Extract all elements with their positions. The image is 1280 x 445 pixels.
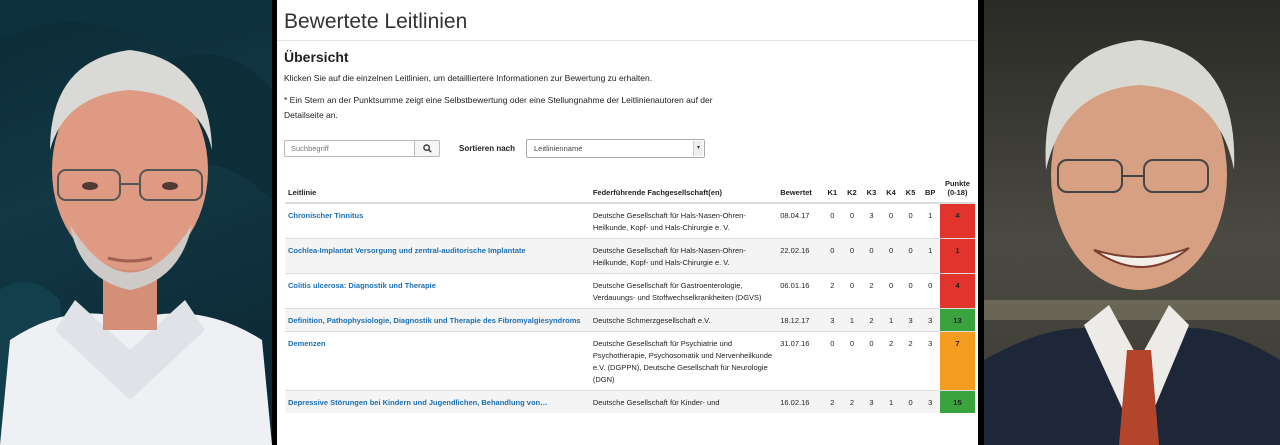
society-cell: Deutsche Gesellschaft für Hals-Nasen-Ohr…	[589, 238, 778, 274]
k4-cell: 0	[881, 202, 901, 239]
right-portrait-photo	[984, 0, 1280, 445]
k3-cell: 2	[861, 273, 882, 309]
k4-cell: 1	[881, 390, 901, 413]
society-cell: Deutsche Gesellschaft für Psychiatrie un…	[589, 331, 778, 391]
k5-cell: 0	[900, 390, 921, 413]
sort-select-value: Leitlinienname	[534, 144, 583, 153]
guideline-link[interactable]: Depressive Störungen bei Kindern und Jug…	[288, 398, 548, 407]
k1-cell: 0	[822, 202, 843, 239]
table-row[interactable]: Demenzen Deutsche Gesellschaft für Psych…	[285, 331, 975, 391]
col-header-k5[interactable]: K5	[900, 175, 921, 204]
col-header-bp[interactable]: BP	[920, 175, 940, 204]
search-button[interactable]	[414, 140, 440, 157]
k4-cell: 1	[881, 308, 901, 332]
score-cell: 13	[939, 308, 975, 332]
guideline-link[interactable]: Cochlea-Implantat Versorgung und zentral…	[288, 246, 526, 255]
col-header-punkte[interactable]: Punkte (0-18)	[939, 175, 975, 204]
k5-cell: 3	[900, 308, 921, 332]
date-cell: 18.12.17	[777, 308, 823, 332]
note-text: * Ein Stern an der Punktsumme zeigt eine…	[284, 95, 713, 120]
k3-cell: 0	[861, 331, 882, 391]
table-row[interactable]: Cochlea-Implantat Versorgung und zentral…	[285, 238, 975, 274]
k5-cell: 0	[900, 202, 921, 239]
k5-cell: 2	[900, 331, 921, 391]
date-cell: 06.01.16	[777, 273, 823, 309]
k1-cell: 2	[822, 390, 843, 413]
guideline-link[interactable]: Chronischer Tinnitus	[288, 211, 363, 220]
bp-cell: 1	[920, 238, 940, 274]
k1-cell: 0	[822, 238, 843, 274]
guideline-link[interactable]: Definition, Pathophysiologie, Diagnostik…	[288, 316, 581, 325]
k5-cell: 0	[900, 273, 921, 309]
score-cell: 1	[939, 238, 975, 274]
col-header-k3[interactable]: K3	[861, 175, 882, 204]
k1-cell: 0	[822, 331, 843, 391]
title-divider	[277, 40, 978, 41]
table-row[interactable]: Depressive Störungen bei Kindern und Jug…	[285, 390, 975, 413]
k3-cell: 3	[861, 390, 882, 413]
score-cell: 15	[939, 390, 975, 413]
col-header-k2[interactable]: K2	[842, 175, 862, 204]
society-cell: Deutsche Schmerzgesellschaft e.V.	[589, 308, 778, 332]
col-header-leitlinie[interactable]: Leitlinie	[285, 175, 590, 204]
chevron-down-icon: ▾	[693, 141, 703, 156]
bp-cell: 1	[920, 202, 940, 239]
section-title: Übersicht	[284, 49, 349, 65]
score-cell: 7	[939, 331, 975, 391]
table-row[interactable]: Chronischer Tinnitus Deutsche Gesellscha…	[285, 202, 975, 239]
left-portrait-photo	[0, 0, 272, 445]
k3-cell: 2	[861, 308, 882, 332]
date-cell: 31.07.16	[777, 331, 823, 391]
k4-cell: 0	[881, 238, 901, 274]
table-header-row: Leitlinie Federführende Fachgesellschaft…	[285, 175, 975, 204]
score-cell: 4	[939, 273, 975, 309]
col-header-k4[interactable]: K4	[881, 175, 901, 204]
guidelines-page: Bewertete Leitlinien Übersicht Klicken S…	[277, 0, 978, 445]
search-icon	[422, 144, 432, 153]
society-cell: Deutsche Gesellschaft für Gastroenterolo…	[589, 273, 778, 309]
bp-cell: 3	[920, 331, 940, 391]
society-cell: Deutsche Gesellschaft für Hals-Nasen-Ohr…	[589, 202, 778, 239]
score-cell: 4	[939, 202, 975, 239]
k2-cell: 0	[842, 202, 862, 239]
bp-cell: 0	[920, 273, 940, 309]
date-cell: 22.02.16	[777, 238, 823, 274]
society-cell: Deutsche Gesellschaft für Kinder- und	[589, 390, 778, 413]
guideline-link[interactable]: Demenzen	[288, 339, 326, 348]
bp-cell: 3	[920, 390, 940, 413]
k1-cell: 2	[822, 273, 843, 309]
k4-cell: 0	[881, 273, 901, 309]
col-header-bewertet[interactable]: Bewertet	[777, 175, 823, 204]
bp-cell: 3	[920, 308, 940, 332]
k2-cell: 0	[842, 238, 862, 274]
k1-cell: 3	[822, 308, 843, 332]
col-header-k1[interactable]: K1	[822, 175, 843, 204]
k3-cell: 0	[861, 238, 882, 274]
date-cell: 16.02.16	[777, 390, 823, 413]
k4-cell: 2	[881, 331, 901, 391]
col-header-fachgesellschaft[interactable]: Federführende Fachgesellschaft(en)	[589, 175, 778, 204]
table-row[interactable]: Definition, Pathophysiologie, Diagnostik…	[285, 308, 975, 332]
k2-cell: 0	[842, 273, 862, 309]
k2-cell: 2	[842, 390, 862, 413]
k2-cell: 1	[842, 308, 862, 332]
sort-select[interactable]: Leitlinienname ▾	[526, 139, 705, 158]
guidelines-table: Leitlinie Federführende Fachgesellschaft…	[285, 175, 975, 413]
guideline-link[interactable]: Colitis ulcerosa: Diagnostik und Therapi…	[288, 281, 436, 290]
intro-text: Klicken Sie auf die einzelnen Leitlinien…	[284, 73, 653, 83]
table-row[interactable]: Colitis ulcerosa: Diagnostik und Therapi…	[285, 273, 975, 309]
k2-cell: 0	[842, 331, 862, 391]
date-cell: 08.04.17	[777, 202, 823, 239]
k5-cell: 0	[900, 238, 921, 274]
sort-label: Sortieren nach	[459, 144, 516, 153]
k3-cell: 3	[861, 202, 882, 239]
page-title: Bewertete Leitlinien	[284, 10, 468, 33]
